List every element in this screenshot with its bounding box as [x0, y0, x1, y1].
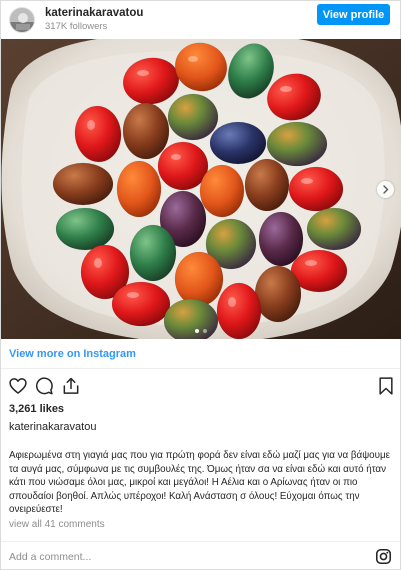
- caption: Αφιερωμένα στη γιαγιά μας που για πρώτη …: [9, 449, 394, 515]
- instagram-embed: katerinakaravatou 317K followers View pr…: [0, 0, 401, 570]
- profile-avatar[interactable]: [9, 7, 35, 33]
- chevron-right-icon: [383, 185, 389, 194]
- comment-icon[interactable]: [34, 376, 56, 398]
- bookmark-icon[interactable]: [376, 376, 398, 398]
- share-icon[interactable]: [61, 376, 83, 398]
- post-header: katerinakaravatou 317K followers View pr…: [1, 1, 400, 39]
- action-bar: [8, 376, 396, 398]
- instagram-logo-icon[interactable]: [375, 548, 392, 565]
- view-more-bar: View more on Instagram: [1, 339, 400, 369]
- heart-icon[interactable]: [8, 376, 30, 398]
- user-info: katerinakaravatou 317K followers: [45, 7, 143, 32]
- caption-text: Αφιερωμένα στη γιαγιά μας που για πρώτη …: [9, 450, 391, 515]
- easter-eggs-photo: [1, 39, 401, 339]
- post-photo[interactable]: [1, 39, 401, 339]
- next-slide-button[interactable]: [377, 181, 394, 198]
- like-count[interactable]: 3,261 likes: [9, 403, 64, 415]
- comment-bar: [1, 541, 400, 570]
- caption-username[interactable]: katerinakaravatou: [9, 421, 96, 433]
- view-more-link[interactable]: View more on Instagram: [9, 348, 136, 360]
- username-link[interactable]: katerinakaravatou: [45, 7, 143, 20]
- follower-count: 317K followers: [45, 20, 108, 32]
- comment-input[interactable]: [9, 549, 349, 565]
- view-all-comments-link[interactable]: view all 41 comments: [9, 519, 105, 530]
- view-profile-button[interactable]: View profile: [317, 4, 390, 25]
